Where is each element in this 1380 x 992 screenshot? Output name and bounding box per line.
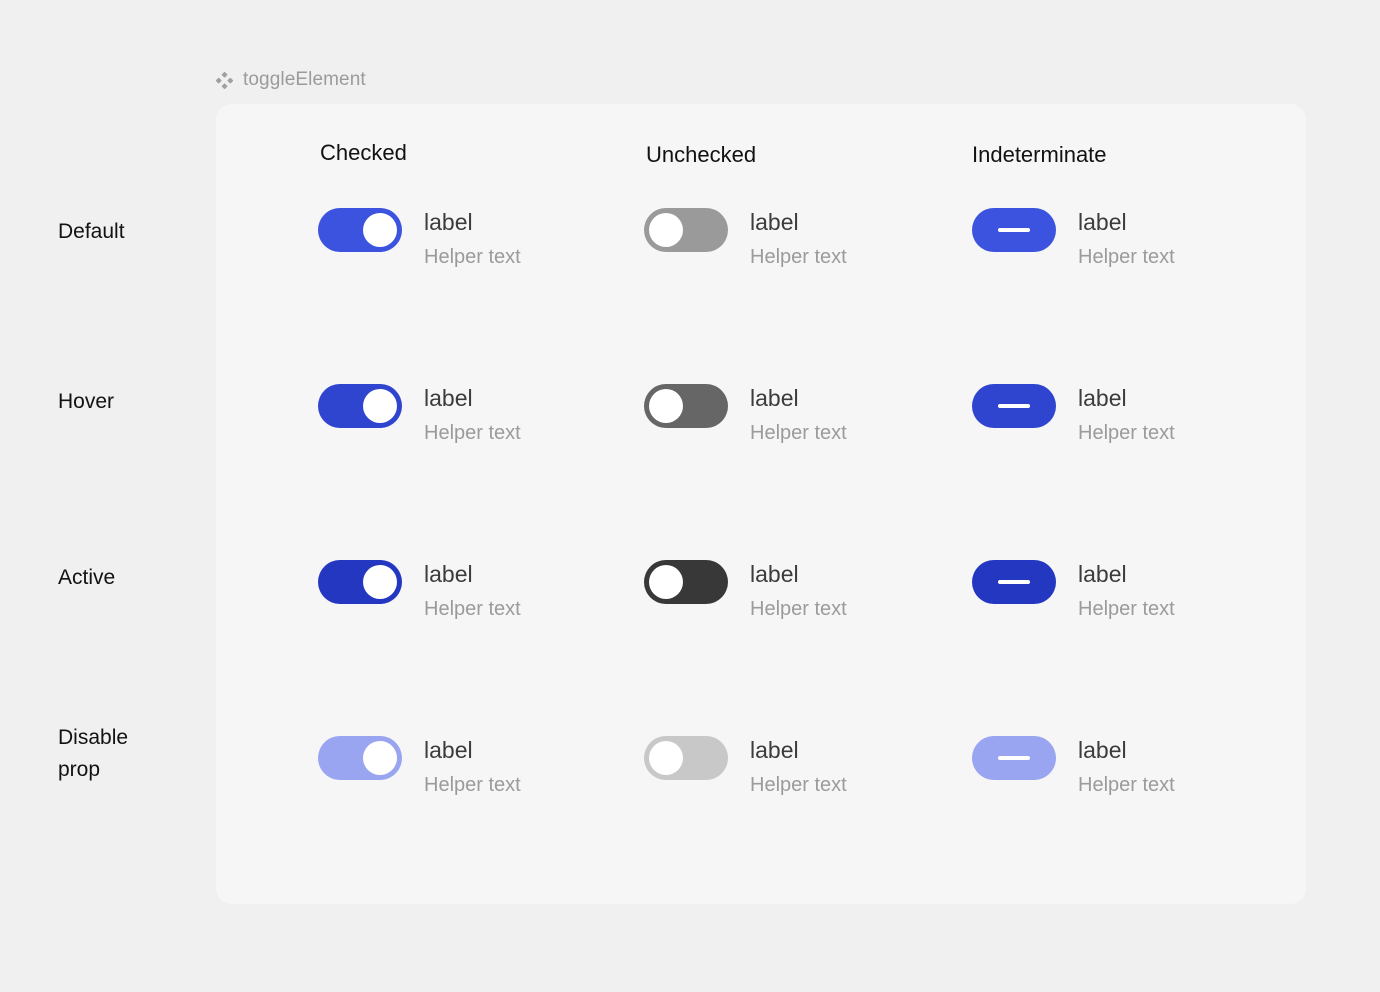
figma-component-icon	[215, 71, 234, 89]
toggle-label: label	[1078, 385, 1127, 411]
row-labels: Default Hover Active Disable prop	[58, 104, 208, 904]
toggle-label: label	[750, 737, 799, 763]
toggle-knob	[363, 741, 397, 775]
toggle-matrix-card: Checked Unchecked Indeterminate label He…	[216, 104, 1306, 904]
toggle-cell-default-checked[interactable]: label Helper text	[318, 204, 521, 272]
row-label-active: Active	[58, 566, 116, 589]
toggle-cell-disabled-checked: label Helper text	[318, 732, 521, 800]
component-title[interactable]: toggleElement	[215, 66, 366, 94]
toggle-text-block: label Helper text	[424, 204, 521, 272]
toggle-cell-active-checked[interactable]: label Helper text	[318, 556, 521, 624]
toggle-switch-active-checked[interactable]	[318, 560, 402, 604]
toggle-label: label	[750, 209, 799, 235]
row-label-disable-prop: Disable prop	[58, 726, 129, 781]
toggle-knob	[363, 389, 397, 423]
toggle-text-block: label Helper text	[750, 380, 847, 448]
toggle-dash-icon	[998, 404, 1030, 408]
toggle-label: label	[750, 561, 799, 587]
toggle-switch-hover-unchecked[interactable]	[644, 384, 728, 428]
toggle-cell-hover-checked[interactable]: label Helper text	[318, 380, 521, 448]
row-label-default: Default	[58, 220, 125, 243]
toggle-text-block: label Helper text	[750, 556, 847, 624]
toggle-helper-text: Helper text	[424, 422, 521, 444]
toggle-helper-text: Helper text	[750, 246, 847, 268]
toggle-label: label	[424, 209, 473, 235]
toggle-switch-hover-checked[interactable]	[318, 384, 402, 428]
toggle-helper-text: Helper text	[1078, 246, 1175, 268]
toggle-knob	[363, 213, 397, 247]
page-root: toggleElement Default Hover Active Disab…	[0, 0, 1380, 992]
toggle-text-block: label Helper text	[1078, 732, 1175, 800]
toggle-text-block: label Helper text	[750, 204, 847, 272]
toggle-switch-hover-indeterminate[interactable]	[972, 384, 1056, 428]
toggle-knob	[649, 213, 683, 247]
toggle-helper-text: Helper text	[424, 774, 521, 796]
toggle-helper-text: Helper text	[750, 598, 847, 620]
toggle-label: label	[424, 737, 473, 763]
toggle-cell-active-indeterminate[interactable]: label Helper text	[972, 556, 1175, 624]
component-name: toggleElement	[243, 69, 366, 90]
toggle-label: label	[1078, 209, 1127, 235]
toggle-grid: label Helper text label Helper text labe…	[216, 104, 1306, 904]
toggle-text-block: label Helper text	[424, 556, 521, 624]
toggle-cell-disabled-unchecked: label Helper text	[644, 732, 847, 800]
toggle-helper-text: Helper text	[424, 246, 521, 268]
toggle-label: label	[424, 561, 473, 587]
toggle-knob	[649, 741, 683, 775]
toggle-text-block: label Helper text	[1078, 204, 1175, 272]
toggle-helper-text: Helper text	[1078, 598, 1175, 620]
toggle-helper-text: Helper text	[1078, 774, 1175, 796]
toggle-dash-icon	[998, 756, 1030, 760]
toggle-cell-default-unchecked[interactable]: label Helper text	[644, 204, 847, 272]
toggle-cell-hover-unchecked[interactable]: label Helper text	[644, 380, 847, 448]
toggle-switch-disabled-unchecked	[644, 736, 728, 780]
toggle-knob	[649, 389, 683, 423]
toggle-label: label	[424, 385, 473, 411]
toggle-cell-active-unchecked[interactable]: label Helper text	[644, 556, 847, 624]
toggle-knob	[649, 565, 683, 599]
toggle-cell-default-indeterminate[interactable]: label Helper text	[972, 204, 1175, 272]
toggle-label: label	[1078, 561, 1127, 587]
toggle-text-block: label Helper text	[424, 732, 521, 800]
toggle-label: label	[750, 385, 799, 411]
toggle-text-block: label Helper text	[750, 732, 847, 800]
toggle-dash-icon	[998, 228, 1030, 232]
toggle-switch-default-indeterminate[interactable]	[972, 208, 1056, 252]
toggle-switch-disabled-checked	[318, 736, 402, 780]
toggle-switch-disabled-indeterminate	[972, 736, 1056, 780]
toggle-text-block: label Helper text	[424, 380, 521, 448]
toggle-switch-default-checked[interactable]	[318, 208, 402, 252]
toggle-text-block: label Helper text	[1078, 380, 1175, 448]
toggle-text-block: label Helper text	[1078, 556, 1175, 624]
toggle-cell-hover-indeterminate[interactable]: label Helper text	[972, 380, 1175, 448]
toggle-dash-icon	[998, 580, 1030, 584]
toggle-knob	[363, 565, 397, 599]
toggle-helper-text: Helper text	[424, 598, 521, 620]
toggle-helper-text: Helper text	[750, 422, 847, 444]
toggle-switch-default-unchecked[interactable]	[644, 208, 728, 252]
toggle-helper-text: Helper text	[1078, 422, 1175, 444]
toggle-helper-text: Helper text	[750, 774, 847, 796]
toggle-switch-active-indeterminate[interactable]	[972, 560, 1056, 604]
row-label-hover: Hover	[58, 390, 115, 413]
toggle-switch-active-unchecked[interactable]	[644, 560, 728, 604]
toggle-label: label	[1078, 737, 1127, 763]
toggle-cell-disabled-indeterminate: label Helper text	[972, 732, 1175, 800]
